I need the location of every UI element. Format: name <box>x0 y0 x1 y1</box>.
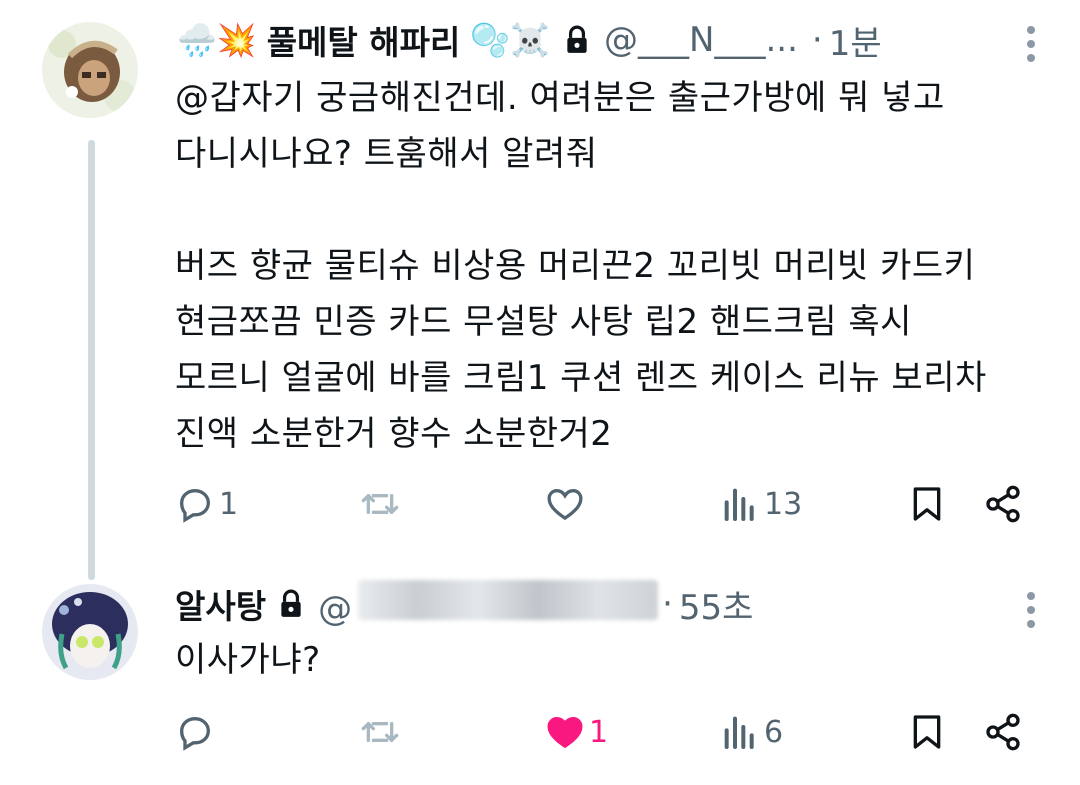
like-button[interactable]: 1 <box>545 712 608 752</box>
display-name[interactable]: 풀메탈 해파리 <box>267 16 461 64</box>
views-count: 13 <box>764 486 803 522</box>
reply-icon <box>179 488 211 523</box>
views-button[interactable]: 6 <box>720 712 783 752</box>
reply-button[interactable]: 1 <box>175 484 238 524</box>
dot-separator: · <box>811 20 823 60</box>
timestamp[interactable]: 55초 <box>679 580 754 629</box>
reply-icon <box>179 716 211 751</box>
tweet-post-1[interactable]: 🌧️💥 풀메탈 해파리 🫧☠️ @___N___... · 1분 @갑자기 궁금… <box>0 0 1080 580</box>
tweet-header: 🌧️💥 풀메탈 해파리 🫧☠️ @___N___... · 1분 <box>175 12 882 68</box>
name-emoji-left: 🌧️💥 <box>177 21 257 59</box>
views-button[interactable]: 13 <box>720 484 802 524</box>
display-name[interactable]: 알사탕 <box>175 580 266 628</box>
repost-button[interactable] <box>360 712 404 752</box>
bookmark-button[interactable] <box>907 712 947 752</box>
timestamp[interactable]: 1분 <box>829 16 882 65</box>
action-bar: 1 13 <box>175 482 1035 532</box>
like-icon <box>547 488 583 521</box>
views-icon <box>724 488 754 521</box>
user-handle[interactable]: @ <box>318 579 659 629</box>
user-handle[interactable]: @___N___... <box>604 20 798 60</box>
tweet-text: 이사가냐? <box>175 640 321 680</box>
more-icon[interactable] <box>1024 20 1038 68</box>
like-button[interactable] <box>545 484 589 524</box>
lock-icon <box>564 25 590 55</box>
blurred-handle <box>358 579 659 620</box>
views-icon <box>724 716 754 749</box>
name-emoji-right: 🫧☠️ <box>470 21 551 59</box>
action-bar: 1 6 <box>175 710 1035 760</box>
like-count: 1 <box>589 714 609 750</box>
bookmark-button[interactable] <box>907 484 947 524</box>
avatar[interactable] <box>42 22 138 118</box>
repost-icon <box>361 722 399 742</box>
like-icon <box>547 716 583 749</box>
reply-count: 1 <box>219 486 239 522</box>
share-button[interactable] <box>983 484 1023 524</box>
lock-icon <box>278 589 304 619</box>
bookmark-icon <box>913 487 941 521</box>
bookmark-icon <box>913 715 941 749</box>
tweet-header: 알사탕 @ · 55초 <box>175 576 753 632</box>
avatar[interactable] <box>42 584 138 680</box>
share-icon <box>986 485 1020 523</box>
tweet-post-2[interactable]: 알사탕 @ · 55초 이사가냐? 1 6 <box>0 570 1080 785</box>
repost-button[interactable] <box>360 484 404 524</box>
share-icon <box>986 713 1020 751</box>
repost-icon <box>361 494 399 514</box>
more-icon[interactable] <box>1024 586 1038 634</box>
reply-button[interactable] <box>175 712 219 752</box>
share-button[interactable] <box>983 712 1023 752</box>
views-count: 6 <box>764 714 784 750</box>
tweet-text: @갑자기 궁금해진건데. 여려분은 출근가방에 뭐 넣고 다니시나요? 트훔해서… <box>175 78 987 454</box>
dot-separator: · <box>662 584 673 624</box>
thread-line <box>88 140 95 580</box>
